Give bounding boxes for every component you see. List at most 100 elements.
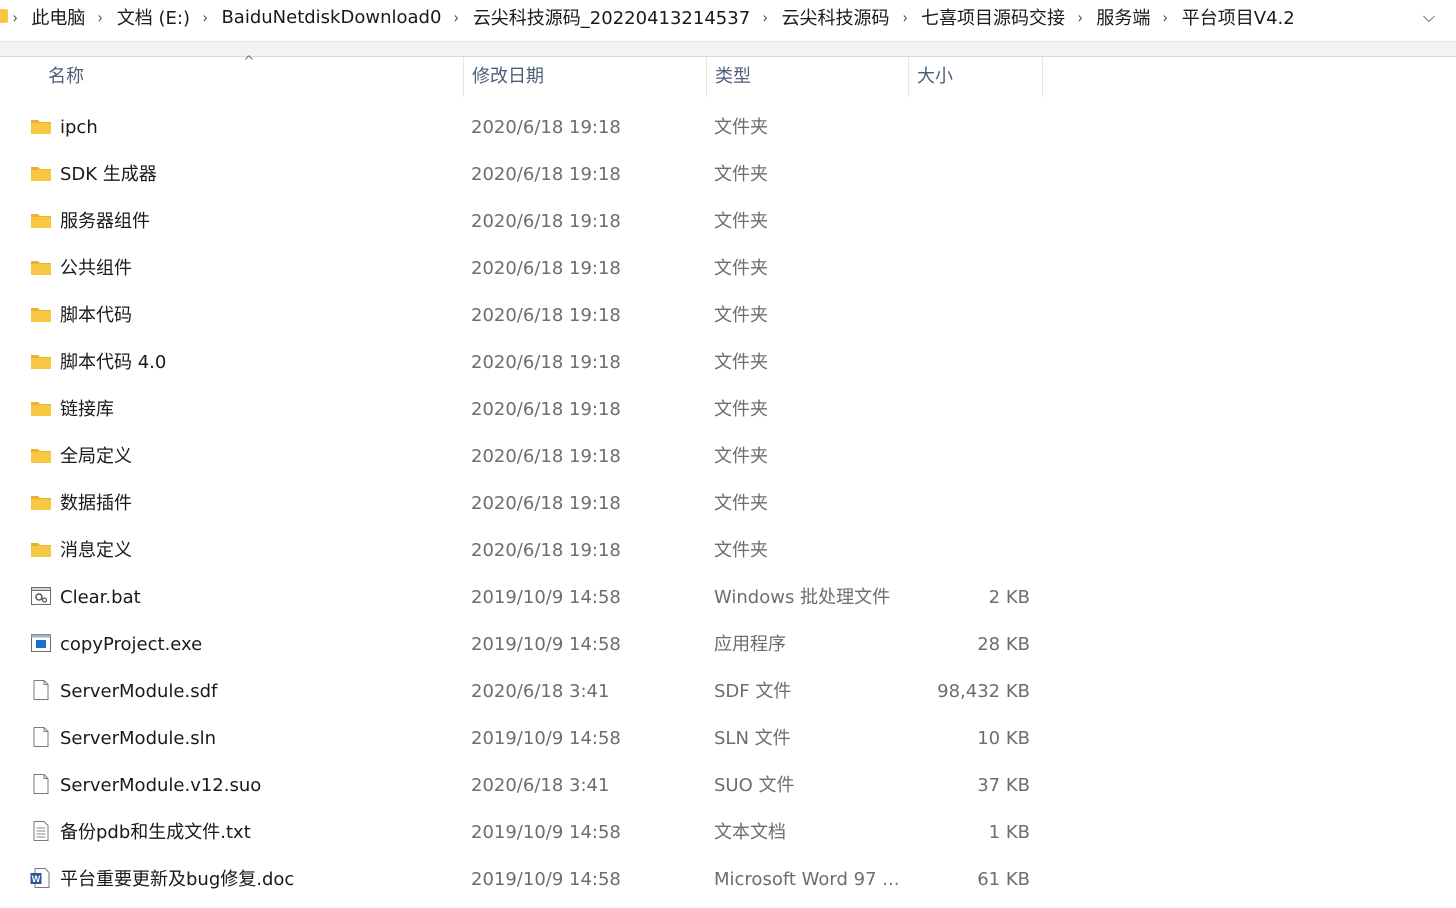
file-row[interactable]: 脚本代码 4.0 2020/6/18 19:18 文件夹 [0,339,1456,386]
file-name[interactable]: 消息定义 [60,527,132,574]
file-name[interactable]: 脚本代码 [60,292,132,339]
file-modified-date: 2020/6/18 19:18 [471,211,621,232]
file-modified-date: 2019/10/9 14:58 [471,869,621,890]
chevron-right-icon[interactable]: › [454,8,459,27]
file-type: 应用程序 [714,634,786,655]
file-size: 1 KB [988,822,1030,843]
file-modified-date: 2020/6/18 3:41 [471,775,610,796]
breadcrumb-item[interactable]: 服务端 [1096,4,1150,30]
file-modified-date: 2020/6/18 19:18 [471,446,621,467]
column-header-name[interactable]: 名称 [40,57,460,97]
file-row[interactable]: W 平台重要更新及bug修复.doc 2019/10/9 14:58 Microsof… [0,856,1456,903]
file-name[interactable]: 服务器组件 [60,198,150,245]
file-type: 文件夹 [714,164,768,185]
file-modified-date: 2020/6/18 19:18 [471,258,621,279]
file-row[interactable]: ServerModule.sdf 2020/6/18 3:41 SDF 文件 98,4… [0,668,1456,715]
breadcrumb-item[interactable]: 云尖科技源码_20220413214537 [473,4,750,30]
file-name[interactable]: 链接库 [60,386,114,433]
file-modified-date: 2020/6/18 19:18 [471,493,621,514]
batch-file-icon [30,585,52,607]
file-row[interactable]: 公共组件 2020/6/18 19:18 文件夹 [0,245,1456,292]
breadcrumb-item[interactable]: 七喜项目源码交接 [921,4,1065,30]
folder-icon [30,444,52,466]
file-name[interactable]: 公共组件 [60,245,132,292]
file-row[interactable]: 链接库 2020/6/18 19:18 文件夹 [0,386,1456,433]
blank-file-icon [30,679,52,701]
breadcrumb-item[interactable]: 此电脑 [31,4,85,30]
chevron-right-icon[interactable]: › [763,8,768,27]
file-type: Windows 批处理文件 [714,587,891,608]
file-row[interactable]: 备份pdb和生成文件.txt 2019/10/9 14:58 文本文档 1 KB [0,809,1456,856]
file-type: 文件夹 [714,352,768,373]
file-name[interactable]: 全局定义 [60,433,132,480]
column-header-size[interactable]: 大小 [908,57,1043,97]
breadcrumb: › 此电脑 › 文档 (E:) › BaiduNetdiskDownload0 › 云尖科技源… [12,0,1307,34]
file-row[interactable]: 服务器组件 2020/6/18 19:18 文件夹 [0,198,1456,245]
chevron-right-icon[interactable]: › [1163,8,1168,27]
file-row[interactable]: 脚本代码 2020/6/18 19:18 文件夹 [0,292,1456,339]
folder-icon [30,303,52,325]
svg-text:W: W [32,874,41,884]
file-type: 文件夹 [714,305,768,326]
file-size: 37 KB [977,775,1030,796]
file-name[interactable]: SDK 生成器 [60,151,157,198]
text-file-icon [30,820,52,842]
file-name[interactable]: 脚本代码 4.0 [60,339,166,386]
file-size: 10 KB [977,728,1030,749]
file-type: 文件夹 [714,493,768,514]
file-name[interactable]: 平台重要更新及bug修复.doc [60,856,294,903]
file-type: 文件夹 [714,211,768,232]
file-row[interactable]: ServerModule.v12.suo 2020/6/18 3:41 SUO 文件… [0,762,1456,809]
folder-icon [30,397,52,419]
file-size: 2 KB [988,587,1030,608]
file-row[interactable]: ipch 2020/6/18 19:18 文件夹 [0,104,1456,151]
file-type: SLN 文件 [714,728,791,749]
file-row[interactable]: copyProject.exe 2019/10/9 14:58 应用程序 28 KB [0,621,1456,668]
word-doc-icon: W [30,867,52,889]
file-name[interactable]: ServerModule.v12.suo [60,762,261,809]
file-name[interactable]: Clear.bat [60,574,141,621]
file-modified-date: 2020/6/18 19:18 [471,540,621,561]
folder-icon [30,538,52,560]
file-type: 文件夹 [714,399,768,420]
file-size: 28 KB [977,634,1030,655]
folder-icon [30,162,52,184]
folder-icon [30,115,52,137]
chevron-right-icon[interactable]: › [98,8,103,27]
file-row[interactable]: Clear.bat 2019/10/9 14:58 Windows 批处理文件 2 K… [0,574,1456,621]
file-type: 文件夹 [714,117,768,138]
column-header-date[interactable]: 修改日期 [463,57,705,97]
file-name[interactable]: 备份pdb和生成文件.txt [60,809,251,856]
breadcrumb-item[interactable]: BaiduNetdiskDownload0 [221,7,441,28]
file-name[interactable]: 数据插件 [60,480,132,527]
chevron-right-icon[interactable]: › [203,8,208,27]
file-modified-date: 2019/10/9 14:58 [471,634,621,655]
file-type: 文本文档 [714,822,786,843]
file-type: 文件夹 [714,258,768,279]
file-name[interactable]: copyProject.exe [60,621,202,668]
file-list: ipch 2020/6/18 19:18 文件夹 SDK 生成器 2020/6/18 1… [0,104,1456,903]
file-modified-date: 2020/6/18 19:18 [471,305,621,326]
file-row[interactable]: 全局定义 2020/6/18 19:18 文件夹 [0,433,1456,480]
file-row[interactable]: ServerModule.sln 2019/10/9 14:58 SLN 文件 10 … [0,715,1456,762]
file-size: 98,432 KB [937,681,1030,702]
file-modified-date: 2020/6/18 19:18 [471,352,621,373]
column-header-type[interactable]: 类型 [706,57,907,97]
breadcrumb-item[interactable]: 文档 (E:) [117,4,190,30]
chevron-right-icon[interactable]: › [902,8,907,27]
file-type: Microsoft Word 97 ... [714,869,900,890]
address-bar[interactable]: › 此电脑 › 文档 (E:) › BaiduNetdiskDownload0 › 云尖科技源… [0,0,1456,42]
file-modified-date: 2020/6/18 3:41 [471,681,610,702]
breadcrumb-item[interactable]: 云尖科技源码 [782,4,890,30]
file-row[interactable]: 数据插件 2020/6/18 19:18 文件夹 [0,480,1456,527]
file-name[interactable]: ServerModule.sdf [60,668,217,715]
file-name[interactable]: ipch [60,104,98,151]
breadcrumb-item[interactable]: 平台项目V4.2 [1182,4,1295,30]
column-header-row: ^ 名称 修改日期 类型 大小 [0,55,1456,97]
chevron-right-icon[interactable]: › [13,8,18,27]
file-row[interactable]: 消息定义 2020/6/18 19:18 文件夹 [0,527,1456,574]
file-row[interactable]: SDK 生成器 2020/6/18 19:18 文件夹 [0,151,1456,198]
chevron-down-icon[interactable]: ⌵ [1418,7,1440,27]
chevron-right-icon[interactable]: › [1078,8,1083,27]
file-name[interactable]: ServerModule.sln [60,715,216,762]
